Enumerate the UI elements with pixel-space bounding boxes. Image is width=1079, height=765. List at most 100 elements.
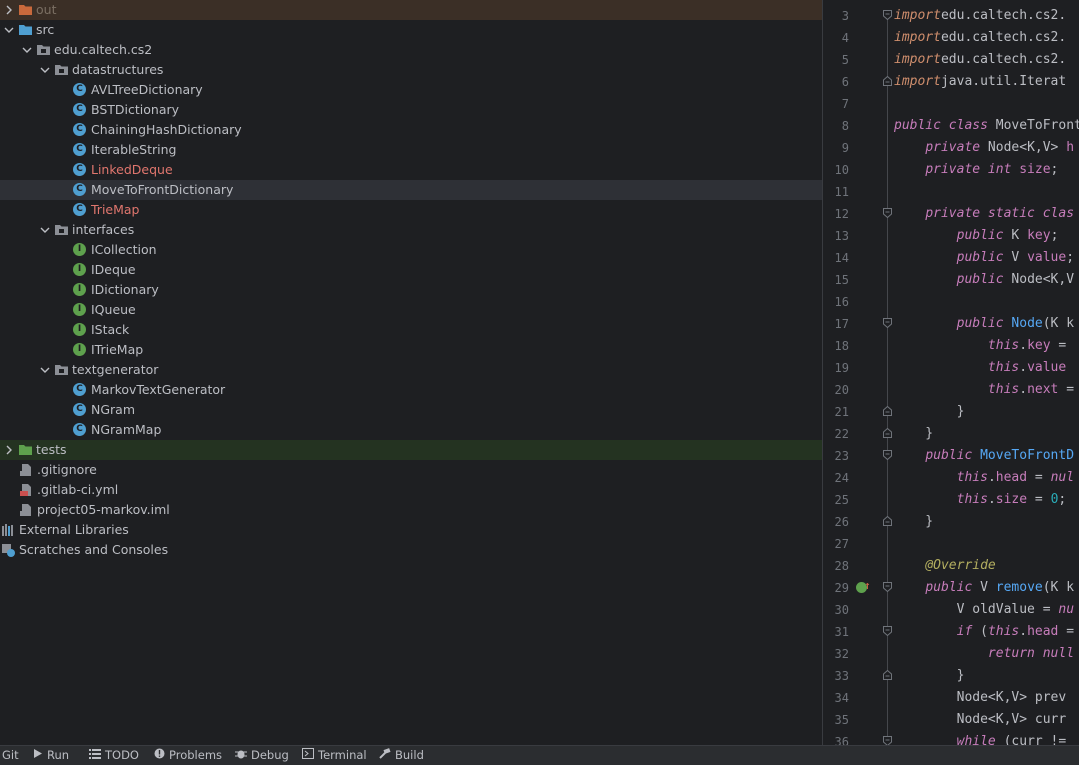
chevron-down-icon[interactable]	[4, 24, 14, 36]
fold-close-icon[interactable]	[883, 670, 892, 680]
code-line[interactable]: 13 public K key;	[823, 225, 1079, 247]
code-line[interactable]: 25 this.size = 0;	[823, 489, 1079, 511]
code-line[interactable]: 12 private static clas	[823, 203, 1079, 225]
code-line[interactable]: 7	[823, 93, 1079, 115]
tree-item-triemap[interactable]: C TrieMap	[0, 200, 822, 220]
tree-item-chaininghashdictionary[interactable]: C ChainingHashDictionary	[0, 120, 822, 140]
toolwindow-run-button[interactable]: Run	[33, 746, 69, 765]
tree-item-markovtextgenerator[interactable]: C MarkovTextGenerator	[0, 380, 822, 400]
fold-open-icon[interactable]	[883, 582, 892, 592]
tree-item-tests[interactable]: tests	[0, 440, 822, 460]
code-line[interactable]: 3 importedu.caltech.cs2.	[823, 5, 1079, 27]
tree-item-datastructures[interactable]: datastructures	[0, 60, 822, 80]
code-line[interactable]: 26 }	[823, 511, 1079, 533]
fold-open-icon[interactable]	[883, 626, 892, 636]
fold-open-icon[interactable]	[883, 736, 892, 745]
tree-item-project05-markov-iml[interactable]: project05-markov.iml	[0, 500, 822, 520]
tree-item-ideque[interactable]: I IDeque	[0, 260, 822, 280]
code-line[interactable]: 5 importedu.caltech.cs2.	[823, 49, 1079, 71]
tree-item-src[interactable]: src	[0, 20, 822, 40]
tree-item-bstdictionary[interactable]: C BSTDictionary	[0, 100, 822, 120]
gitignore-file-icon	[19, 463, 34, 477]
tree-item-movetofrontdictionary[interactable]: C MoveToFrontDictionary	[0, 180, 822, 200]
toolwindow-terminal-button[interactable]: Terminal	[302, 746, 367, 765]
tree-item-interfaces[interactable]: interfaces	[0, 220, 822, 240]
code-text: }	[894, 423, 933, 445]
tree-item-ngrammap[interactable]: C NGramMap	[0, 420, 822, 440]
tree-item-itriemap[interactable]: I ITrieMap	[0, 340, 822, 360]
tree-item-out[interactable]: out	[0, 0, 822, 20]
code-line[interactable]: 18 this.key =	[823, 335, 1079, 357]
code-line[interactable]: 19 this.value	[823, 357, 1079, 379]
chevron-right-icon[interactable]	[4, 444, 14, 456]
tree-item-external-libraries[interactable]: External Libraries	[0, 520, 822, 540]
code-text: }	[894, 401, 965, 423]
tree-item-icollection[interactable]: I ICollection	[0, 240, 822, 260]
code-token: ;	[1066, 250, 1075, 265]
chevron-down-icon[interactable]	[40, 64, 50, 76]
toolwindow-todo-button[interactable]: TODO	[89, 746, 139, 765]
toolwindow-problems-button[interactable]: Problems	[154, 746, 222, 765]
code-line[interactable]: 23 public MoveToFrontD	[823, 445, 1079, 467]
tree-item-avltreedictionary[interactable]: C AVLTreeDictionary	[0, 80, 822, 100]
class-icon: C	[73, 383, 86, 396]
tree-item-istack[interactable]: I IStack	[0, 320, 822, 340]
fold-close-icon[interactable]	[883, 516, 892, 526]
fold-open-icon[interactable]	[883, 450, 892, 460]
chevron-down-icon[interactable]	[40, 224, 50, 236]
folder-icon	[18, 443, 33, 457]
code-line[interactable]: 14 public V value;	[823, 247, 1079, 269]
code-line[interactable]: 21 }	[823, 401, 1079, 423]
toolwindow-debug-button[interactable]: Debug	[235, 746, 289, 765]
tree-item-textgenerator[interactable]: textgenerator	[0, 360, 822, 380]
tree-item-idictionary[interactable]: I IDictionary	[0, 280, 822, 300]
code-line[interactable]: 10 private int size;	[823, 159, 1079, 181]
code-token: =	[1050, 338, 1067, 353]
code-editor[interactable]: 3 importedu.caltech.cs2. 4 importedu.caltec…	[823, 0, 1079, 745]
code-line[interactable]: 9 private Node<K,V> h	[823, 137, 1079, 159]
code-line[interactable]: 35 Node<K,V> curr	[823, 709, 1079, 731]
code-line[interactable]: 36 while (curr !=	[823, 731, 1079, 745]
chevron-down-icon[interactable]	[40, 364, 50, 376]
tree-item-linkeddeque[interactable]: C LinkedDeque	[0, 160, 822, 180]
fold-close-icon[interactable]	[883, 428, 892, 438]
code-token: import	[894, 52, 941, 67]
code-token: (curr !=	[995, 734, 1075, 745]
code-line[interactable]: 30 V oldValue = nu	[823, 599, 1079, 621]
chevron-down-icon[interactable]	[22, 44, 32, 56]
tree-item-scratches-and-consoles[interactable]: Scratches and Consoles	[0, 540, 822, 560]
code-line[interactable]: 16	[823, 291, 1079, 313]
code-line[interactable]: 20 this.next =	[823, 379, 1079, 401]
code-line[interactable]: 8 public class MoveToFront	[823, 115, 1079, 137]
code-line[interactable]: 24 this.head = nul	[823, 467, 1079, 489]
tree-item-iterablestring[interactable]: C IterableString	[0, 140, 822, 160]
fold-open-icon[interactable]	[883, 208, 892, 218]
code-line[interactable]: 11	[823, 181, 1079, 203]
code-line[interactable]: 32 return null	[823, 643, 1079, 665]
fold-open-icon[interactable]	[883, 10, 892, 20]
tree-item-label: Scratches and Consoles	[19, 542, 169, 557]
tree-item-gitlab-ci-yml[interactable]: .gitlab-ci.yml	[0, 480, 822, 500]
toolwindow-git-button[interactable]: Git	[2, 746, 19, 765]
chevron-right-icon[interactable]	[4, 4, 14, 16]
code-line[interactable]: 17 public Node(K k	[823, 313, 1079, 335]
tree-item-ngram[interactable]: C NGram	[0, 400, 822, 420]
code-line[interactable]: 22 }	[823, 423, 1079, 445]
fold-open-icon[interactable]	[883, 318, 892, 328]
toolwindow-build-button[interactable]: Build	[379, 746, 424, 765]
fold-close-icon[interactable]	[883, 76, 892, 86]
tree-item-iqueue[interactable]: I IQueue	[0, 300, 822, 320]
tree-item-edu-caltech-cs2[interactable]: edu.caltech.cs2	[0, 40, 822, 60]
code-line[interactable]: 27	[823, 533, 1079, 555]
code-line[interactable]: 15 public Node<K,V	[823, 269, 1079, 291]
code-line[interactable]: 29 ↑ public V remove(K k	[823, 577, 1079, 599]
code-line[interactable]: 31 if (this.head =	[823, 621, 1079, 643]
code-token: ;	[1058, 492, 1067, 507]
code-line[interactable]: 6 importjava.util.Iterat	[823, 71, 1079, 93]
code-line[interactable]: 28 @Override	[823, 555, 1079, 577]
fold-close-icon[interactable]	[883, 406, 892, 416]
tree-item-gitignore[interactable]: .gitignore	[0, 460, 822, 480]
code-line[interactable]: 33 }	[823, 665, 1079, 687]
code-line[interactable]: 34 Node<K,V> prev	[823, 687, 1079, 709]
code-line[interactable]: 4 importedu.caltech.cs2.	[823, 27, 1079, 49]
